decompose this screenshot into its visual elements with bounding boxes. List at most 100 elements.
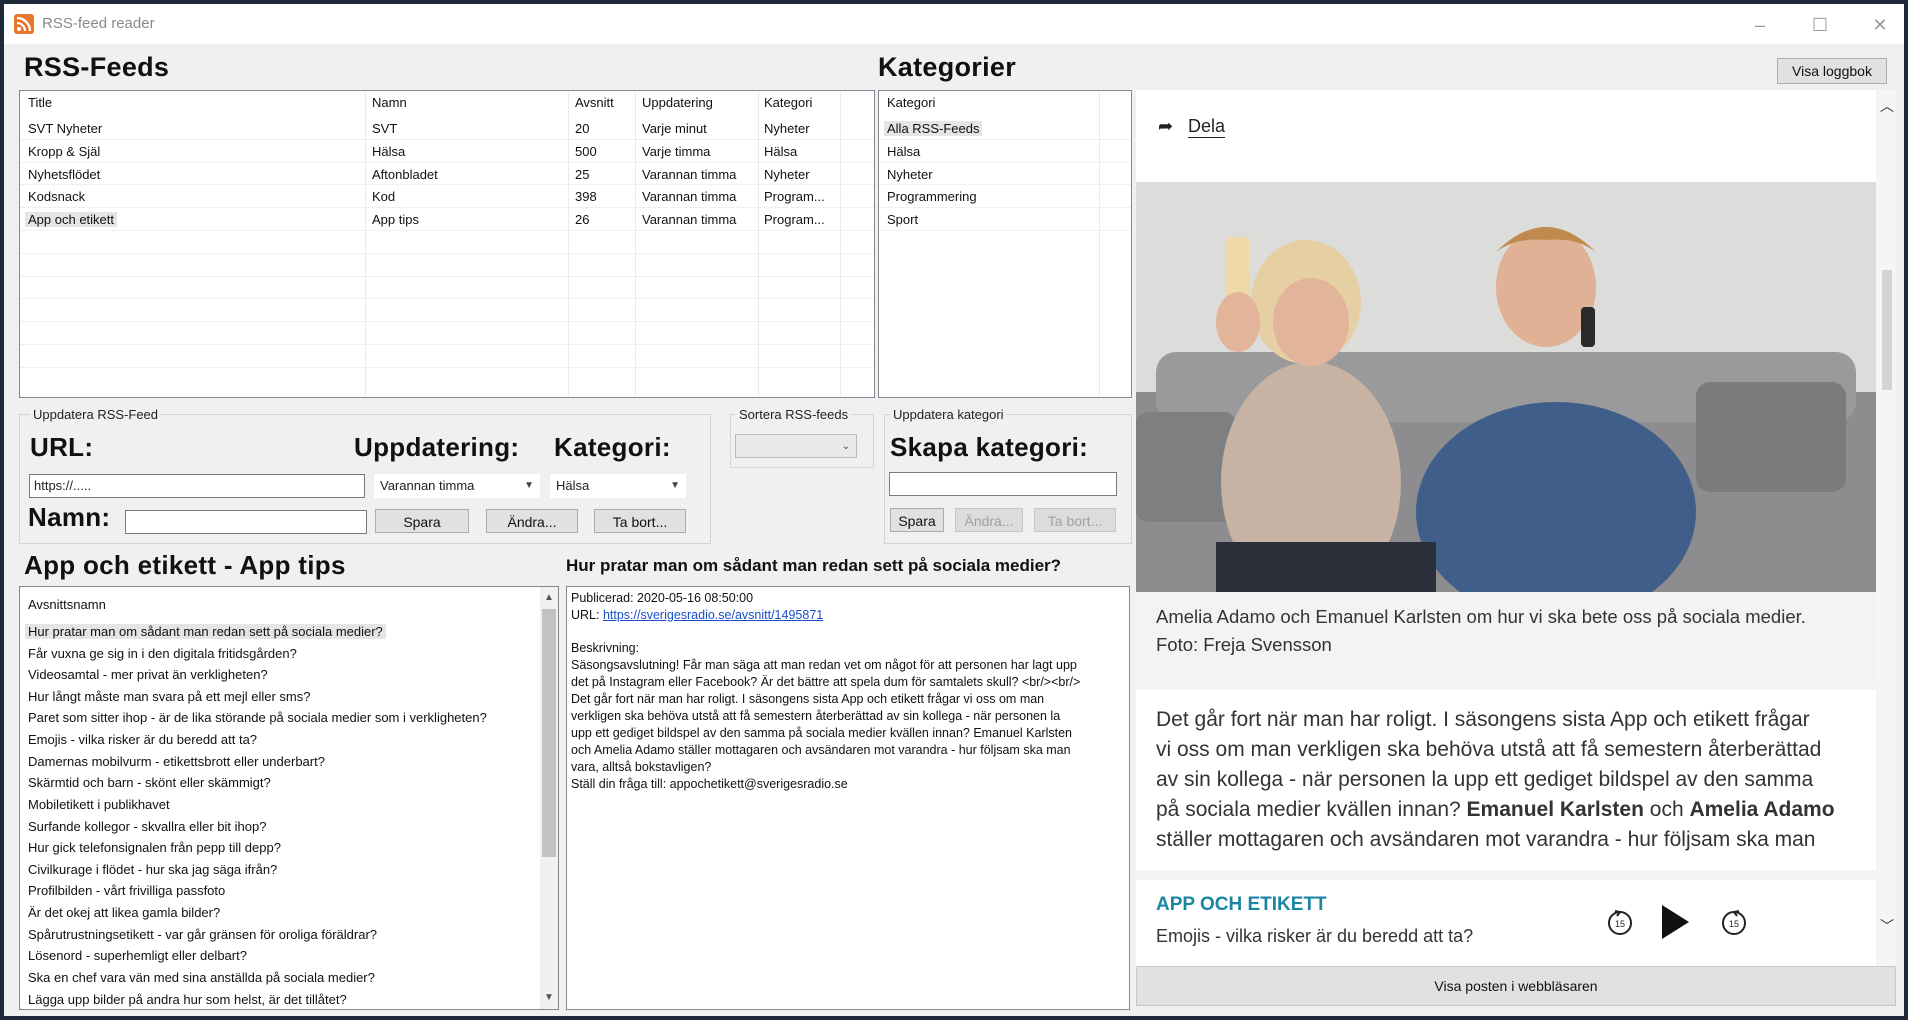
chevron-down-icon: ▼ bbox=[670, 480, 680, 491]
forward-15-icon[interactable]: 15 bbox=[1720, 908, 1748, 936]
list-item[interactable]: Damernas mobilvurm - etikettsbrott eller… bbox=[28, 754, 325, 769]
name-input[interactable] bbox=[125, 510, 367, 534]
cell-update: Varje minut bbox=[642, 121, 707, 136]
cell-episodes: 500 bbox=[575, 143, 597, 159]
article-line: på sociala medier kvällen innan? Emanuel… bbox=[1156, 798, 1835, 822]
list-item[interactable]: Sport bbox=[879, 208, 1131, 231]
article-line: vi oss om man verkligen ska behöva utstå… bbox=[1156, 738, 1822, 761]
table-row-selected[interactable]: App och etikett App tips 26 Varannan tim… bbox=[20, 208, 874, 231]
episode-detail[interactable]: Publicerad: 2020-05-16 08:50:00 URL: htt… bbox=[566, 586, 1130, 1010]
list-item[interactable]: Hur långt måste man svara på ett mejl el… bbox=[28, 689, 311, 704]
col-category[interactable]: Kategori bbox=[887, 95, 935, 110]
change-category-button[interactable]: Ändra... bbox=[955, 508, 1023, 532]
list-item[interactable]: Profilbilden - vårt frivilliga passfoto bbox=[28, 883, 225, 898]
scroll-down-icon[interactable]: ﹀ bbox=[1880, 916, 1894, 936]
description-line: verkligen ska behöva utstå att få semest… bbox=[571, 709, 1061, 723]
close-button[interactable]: ✕ bbox=[1860, 12, 1900, 38]
show-log-button[interactable]: Visa loggbok bbox=[1777, 58, 1887, 84]
article-text: och bbox=[1643, 798, 1690, 821]
url-input[interactable]: https://..... bbox=[29, 474, 365, 498]
categories-heading: Kategorier bbox=[878, 52, 1017, 82]
scroll-up-icon[interactable]: ▲ bbox=[540, 589, 558, 607]
cell-episodes: 398 bbox=[575, 189, 597, 205]
list-item[interactable]: Spårutrustningsetikett - var går gränsen… bbox=[28, 927, 377, 942]
categories-header: Kategori bbox=[879, 91, 1131, 113]
list-item[interactable]: Får vuxna ge sig in i den digitala friti… bbox=[28, 646, 297, 661]
list-item-label: Nyheter bbox=[887, 166, 933, 182]
list-item[interactable]: Videosamtal - mer privat än verkligheten… bbox=[28, 667, 268, 682]
change-feed-button[interactable]: Ändra... bbox=[486, 509, 578, 533]
web-scrollbar[interactable]: ︿ ﹀ bbox=[1878, 90, 1896, 966]
share-link[interactable]: Dela bbox=[1188, 116, 1226, 138]
minimize-button[interactable]: – bbox=[1740, 12, 1780, 38]
scroll-down-icon[interactable]: ▼ bbox=[540, 989, 558, 1007]
table-row[interactable]: Nyhetsflödet Aftonbladet 25 Varannan tim… bbox=[20, 163, 874, 186]
list-item[interactable]: Civilkurage i flödet - hur ska jag säga … bbox=[28, 862, 277, 877]
update-interval-select[interactable]: Varannan timma ▼ bbox=[374, 474, 540, 498]
play-icon[interactable] bbox=[1656, 902, 1692, 942]
cell-update: Varannan timma bbox=[642, 166, 737, 182]
col-episodes[interactable]: Avsnitt bbox=[575, 95, 614, 110]
category-select[interactable]: Hälsa ▼ bbox=[550, 474, 686, 498]
episodes-scrollbar[interactable]: ▲ ▼ bbox=[540, 587, 558, 1009]
episodes-listview[interactable]: Avsnittsnamn Hur pratar man om sådant ma… bbox=[19, 586, 559, 1010]
save-category-button[interactable]: Spara bbox=[890, 508, 944, 532]
cell-name: Hälsa bbox=[372, 143, 406, 159]
update-label: Uppdatering: bbox=[354, 432, 520, 462]
app-window: RSS-feed reader – ☐ ✕ RSS-Feeds Kategori… bbox=[4, 4, 1904, 1016]
delete-category-button[interactable]: Ta bort... bbox=[1034, 508, 1116, 532]
save-feed-button[interactable]: Spara bbox=[375, 509, 469, 533]
feeds-listview[interactable]: Title Namn Avsnitt Uppdatering Kategori … bbox=[19, 90, 875, 398]
web-view[interactable]: ➦ Dela Amelia Adamo och Emanuel Karlsten… bbox=[1136, 90, 1896, 966]
list-item[interactable]: Lösenord - superhemligt eller delbart? bbox=[28, 948, 247, 963]
sort-select[interactable]: ⌄ bbox=[735, 434, 857, 458]
list-item[interactable]: Hur gick telefonsignalen från pepp till … bbox=[28, 840, 281, 855]
col-update[interactable]: Uppdatering bbox=[642, 95, 713, 110]
list-item[interactable]: Lägga upp bilder på andra hur som helst,… bbox=[28, 992, 347, 1007]
list-item-selected[interactable]: Alla RSS-Feeds bbox=[879, 117, 1131, 140]
list-item[interactable]: Nyheter bbox=[879, 163, 1131, 186]
col-title[interactable]: Title bbox=[28, 95, 52, 110]
program-title[interactable]: APP OCH ETIKETT bbox=[1156, 894, 1327, 916]
list-item[interactable]: Ska en chef vara vän med sina anställda … bbox=[28, 970, 375, 985]
list-item[interactable]: Skärmtid och barn - skönt eller skämmigt… bbox=[28, 775, 271, 790]
maximize-button[interactable]: ☐ bbox=[1800, 12, 1840, 38]
article-line: Det går fort när man har roligt. I säson… bbox=[1156, 708, 1810, 731]
col-category[interactable]: Kategori bbox=[764, 95, 812, 110]
cell-title: App och etikett bbox=[25, 212, 117, 228]
table-row[interactable]: Kodsnack Kod 398 Varannan timma Program.… bbox=[20, 185, 874, 209]
col-episode-name[interactable]: Avsnittsnamn bbox=[28, 597, 106, 612]
rewind-15-icon[interactable]: 15 bbox=[1606, 908, 1634, 936]
share-icon[interactable]: ➦ bbox=[1158, 116, 1173, 137]
list-item[interactable]: Programmering bbox=[879, 185, 1131, 209]
categories-listview[interactable]: Kategori Alla RSS-Feeds Hälsa Nyheter Pr… bbox=[878, 90, 1132, 398]
cell-episodes: 26 bbox=[575, 212, 590, 228]
cell-episodes: 20 bbox=[575, 121, 590, 136]
table-row[interactable]: SVT Nyheter SVT 20 Varje minut Nyheter bbox=[20, 117, 874, 140]
window-title: RSS-feed reader bbox=[42, 15, 155, 32]
scroll-up-icon[interactable]: ︿ bbox=[1880, 96, 1894, 116]
title-bar: RSS-feed reader – ☐ ✕ bbox=[4, 4, 1904, 44]
cell-name: SVT bbox=[372, 121, 398, 136]
list-item[interactable]: Paret som sitter ihop - är de lika störa… bbox=[28, 710, 487, 725]
article-photo bbox=[1136, 182, 1876, 592]
rss-icon bbox=[14, 14, 34, 34]
list-item-selected[interactable]: Hur pratar man om sådant man redan sett … bbox=[25, 624, 386, 639]
open-in-browser-button[interactable]: Visa posten i webbläsaren bbox=[1136, 966, 1896, 1006]
scroll-thumb[interactable] bbox=[542, 609, 556, 857]
list-item[interactable]: Emojis - vilka risker är du beredd att t… bbox=[28, 732, 257, 747]
category-name-input[interactable] bbox=[889, 472, 1117, 496]
list-item[interactable]: Hälsa bbox=[879, 140, 1131, 163]
article-person: Amelia Adamo bbox=[1689, 798, 1835, 821]
list-item[interactable]: Mobiletikett i publikhavet bbox=[28, 797, 170, 812]
episode-title: Hur pratar man om sådant man redan sett … bbox=[566, 556, 1062, 575]
list-item[interactable]: Är det okej att likea gamla bilder? bbox=[28, 905, 220, 920]
scroll-thumb[interactable] bbox=[1882, 270, 1892, 390]
episode-link[interactable]: https://sverigesradio.se/avsnitt/1495871 bbox=[603, 608, 823, 622]
update-feed-group-label: Uppdatera RSS-Feed bbox=[30, 407, 162, 422]
table-row[interactable]: Kropp & Själ Hälsa 500 Varje timma Hälsa bbox=[20, 140, 874, 163]
col-name[interactable]: Namn bbox=[372, 95, 407, 110]
list-item[interactable]: Surfande kollegor - skvallra eller bit i… bbox=[28, 819, 266, 834]
category-value: Hälsa bbox=[556, 478, 590, 493]
delete-feed-button[interactable]: Ta bort... bbox=[594, 509, 686, 533]
